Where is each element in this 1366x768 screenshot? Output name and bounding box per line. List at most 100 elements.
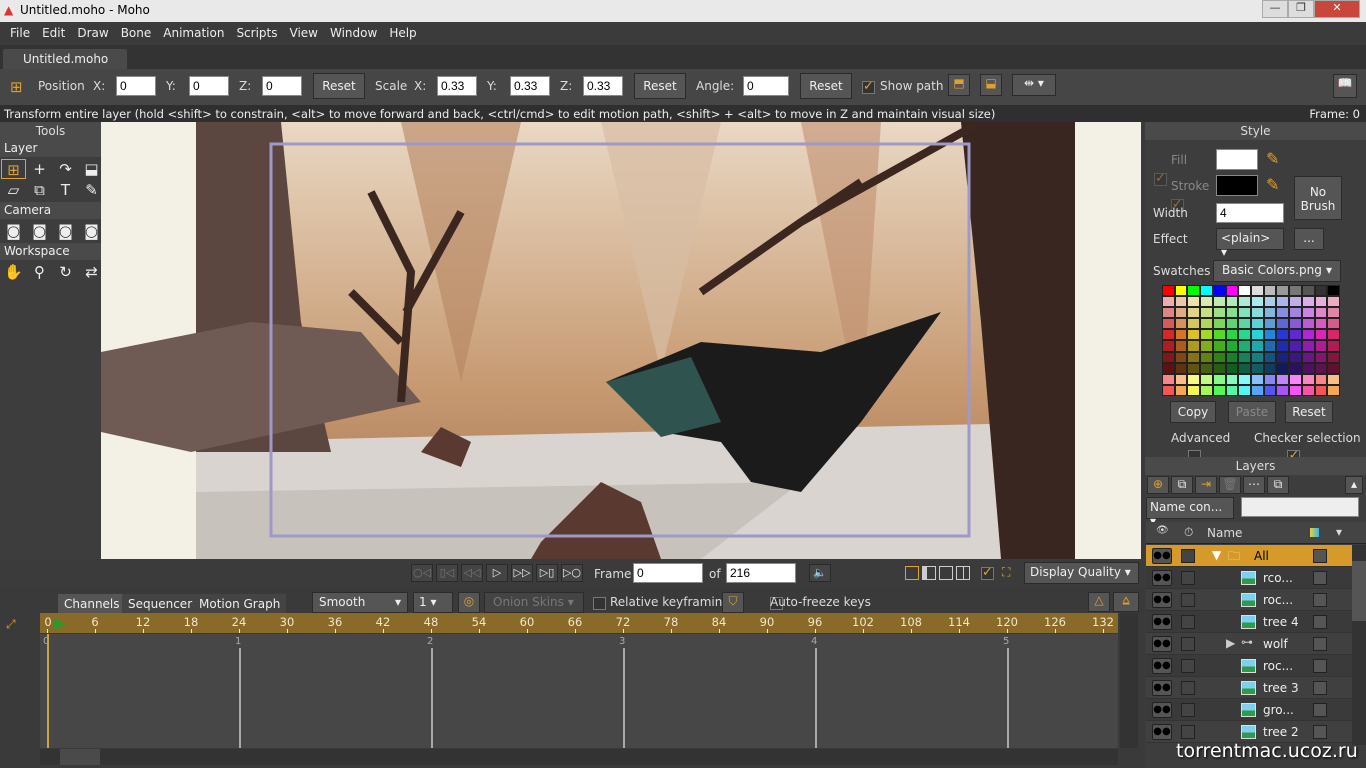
color-swatch[interactable] — [1314, 318, 1328, 330]
color-swatch[interactable] — [1238, 351, 1251, 363]
color-swatch[interactable] — [1251, 362, 1264, 374]
color-swatch[interactable] — [1289, 384, 1302, 396]
zoom-in-timeline-icon[interactable]: △ — [1088, 592, 1110, 612]
color-swatch[interactable] — [1301, 329, 1315, 341]
select-layer-icon[interactable]: ⧉ — [27, 180, 52, 200]
color-swatch[interactable] — [1225, 351, 1239, 363]
color-swatch[interactable] — [1187, 307, 1201, 319]
color-swatch[interactable] — [1212, 329, 1226, 341]
color-swatch[interactable] — [1238, 340, 1251, 352]
color-swatch[interactable] — [1174, 307, 1188, 319]
color-swatch[interactable] — [1251, 307, 1264, 319]
reset-angle-button[interactable]: Reset — [800, 73, 852, 99]
color-swatch[interactable] — [1314, 362, 1328, 374]
color-swatch[interactable] — [1238, 318, 1251, 330]
color-swatch[interactable] — [1200, 384, 1213, 396]
color-swatch[interactable] — [1225, 362, 1239, 374]
visibility-eye-icon[interactable]: ●● — [1152, 548, 1172, 564]
color-swatch[interactable] — [1200, 373, 1213, 385]
color-swatch[interactable] — [1301, 296, 1315, 308]
color-swatch[interactable] — [1327, 351, 1340, 363]
color-swatch[interactable] — [1225, 329, 1239, 341]
color-swatch[interactable] — [1276, 318, 1290, 330]
color-swatch[interactable] — [1263, 351, 1277, 363]
color-swatch[interactable] — [1212, 351, 1226, 363]
more-options-icon[interactable]: ⋯ — [1243, 476, 1265, 494]
color-swatch[interactable] — [1251, 296, 1264, 308]
color-swatch[interactable] — [1162, 296, 1175, 308]
timing-checkbox[interactable] — [1181, 725, 1195, 739]
playhead-marker-icon[interactable]: ▶ — [54, 614, 66, 632]
color-swatch[interactable] — [1327, 329, 1340, 341]
layer-color-box[interactable] — [1313, 549, 1327, 563]
swatch-palette[interactable] — [1162, 285, 1340, 396]
color-swatch[interactable] — [1263, 285, 1277, 297]
color-swatch[interactable] — [1187, 285, 1201, 297]
hand-icon[interactable]: ✋ — [1, 262, 26, 282]
color-swatch[interactable] — [1251, 351, 1264, 363]
fill-eyedropper-icon[interactable]: ✎ — [1266, 149, 1279, 168]
preview-checkbox[interactable] — [981, 565, 994, 580]
color-swatch[interactable] — [1212, 285, 1226, 297]
layer-color-box[interactable] — [1313, 637, 1327, 651]
new-layer-icon[interactable]: ⊕ — [1147, 476, 1169, 494]
color-swatch[interactable] — [1200, 351, 1213, 363]
position-y-input[interactable] — [189, 76, 229, 96]
color-swatch[interactable] — [1251, 340, 1264, 352]
no-brush-button[interactable]: No Brush — [1294, 176, 1342, 220]
color-swatch[interactable] — [1200, 318, 1213, 330]
shear-icon[interactable]: ▱ — [1, 180, 26, 200]
color-swatch[interactable] — [1276, 285, 1290, 297]
color-swatch[interactable] — [1174, 296, 1188, 308]
color-swatch[interactable] — [1162, 362, 1175, 374]
color-swatch[interactable] — [1276, 329, 1290, 341]
color-swatch[interactable] — [1327, 296, 1340, 308]
menu-help[interactable]: Help — [383, 22, 422, 45]
layer-color-box[interactable] — [1313, 571, 1327, 585]
rewind-to-start-icon[interactable]: ○◁ — [411, 564, 433, 582]
color-swatch[interactable] — [1212, 362, 1226, 374]
layer-color-box[interactable] — [1313, 615, 1327, 629]
color-swatch[interactable] — [1200, 340, 1213, 352]
rotate-workspace-icon[interactable]: ↻ — [53, 262, 78, 282]
color-swatch[interactable] — [1289, 307, 1302, 319]
color-swatch[interactable] — [1212, 296, 1226, 308]
layer-row[interactable]: ●● tree 3 — [1146, 677, 1352, 699]
layer-row[interactable]: ●● roc... — [1146, 655, 1352, 677]
color-swatch[interactable] — [1238, 296, 1251, 308]
canvas-viewport[interactable] — [101, 122, 1141, 559]
color-swatch[interactable] — [1225, 318, 1239, 330]
scale-y-input[interactable] — [510, 76, 550, 96]
color-swatch[interactable] — [1174, 373, 1188, 385]
color-swatch[interactable] — [1187, 318, 1201, 330]
color-swatch[interactable] — [1212, 307, 1226, 319]
paste-button[interactable]: Paste — [1228, 401, 1276, 423]
effect-more-button[interactable]: ... — [1294, 228, 1324, 250]
color-swatch[interactable] — [1187, 384, 1201, 396]
color-swatch[interactable] — [1301, 351, 1315, 363]
onion-skins-dropdown[interactable]: Onion Skins ▾ — [484, 592, 584, 613]
color-swatch[interactable] — [1174, 351, 1188, 363]
color-swatch[interactable] — [1225, 373, 1239, 385]
color-swatch[interactable] — [1162, 384, 1175, 396]
reset-style-button[interactable]: Reset — [1285, 401, 1333, 423]
timing-checkbox[interactable] — [1181, 703, 1195, 717]
color-swatch[interactable] — [1263, 296, 1277, 308]
flip-vertical-icon[interactable]: ⬓ — [980, 74, 1002, 96]
color-swatch[interactable] — [1301, 285, 1315, 297]
collapse-panel-icon[interactable]: ▴ — [1345, 476, 1363, 494]
menu-scripts[interactable]: Scripts — [230, 22, 283, 45]
menu-bone[interactable]: Bone — [115, 22, 158, 45]
menu-animation[interactable]: Animation — [157, 22, 230, 45]
color-swatch[interactable] — [1289, 296, 1302, 308]
frame-bounds-icon[interactable]: ⛶ — [1002, 565, 1010, 580]
color-swatch[interactable] — [1301, 318, 1315, 330]
color-swatch[interactable] — [1187, 296, 1201, 308]
expand-arrow-icon[interactable]: ▶ — [1226, 636, 1235, 650]
color-swatch[interactable] — [1289, 373, 1302, 385]
color-swatch[interactable] — [1276, 384, 1290, 396]
color-swatch[interactable] — [1263, 340, 1277, 352]
color-swatch[interactable] — [1162, 318, 1175, 330]
color-swatch[interactable] — [1263, 329, 1277, 341]
color-swatch[interactable] — [1212, 384, 1226, 396]
